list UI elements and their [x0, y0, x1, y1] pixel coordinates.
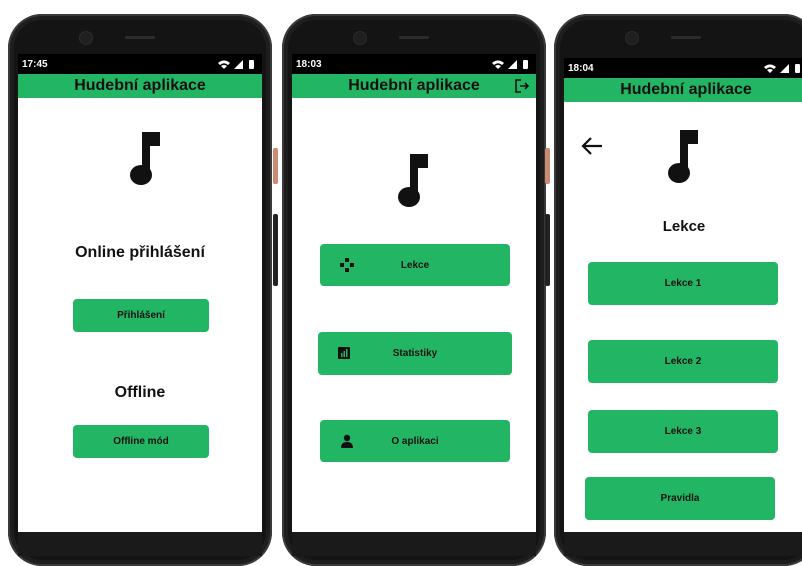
app-bar: Hudební aplikace: [292, 74, 536, 98]
app-title: Hudební aplikace: [348, 77, 480, 94]
menu-item-label: Statistiky: [392, 348, 438, 359]
system-nav-area: [18, 532, 262, 556]
offline-heading: Offline: [114, 384, 166, 401]
stats-icon: [338, 347, 350, 359]
phone-speaker: [671, 36, 701, 39]
phone-speaker: [125, 36, 155, 39]
logout-icon[interactable]: [514, 78, 530, 94]
app-bar: Hudební aplikace: [18, 74, 262, 98]
phone-camera: [626, 32, 638, 44]
wifi-signal-battery-icon: [764, 64, 800, 73]
power-key: [273, 148, 278, 184]
app-bar: Hudební aplikace: [564, 78, 802, 102]
menu-screen: 18:03 Hudební aplikace Lekce Statistiky …: [292, 54, 536, 556]
system-nav-area: [564, 532, 802, 556]
phone-menu: 18:03 Hudební aplikace Lekce Statistiky …: [273, 14, 546, 566]
person-icon: [341, 434, 353, 448]
login-screen: 17:45 Hudební aplikace Online přihlášení…: [18, 54, 262, 556]
menu-item-label: Lekce: [400, 259, 430, 271]
power-key: [545, 148, 550, 184]
offline-mode-button[interactable]: Offline mód: [73, 425, 209, 458]
status-time: 17:45: [22, 59, 48, 70]
wifi-signal-battery-icon: [218, 60, 254, 69]
lesson-2-button[interactable]: Lekce 2: [588, 340, 778, 383]
music-note-icon: [668, 130, 698, 183]
status-icons: [762, 61, 802, 78]
phone-camera: [354, 32, 366, 44]
login-button[interactable]: Přihlášení: [73, 299, 209, 332]
music-note-icon: [130, 132, 160, 185]
back-arrow-icon[interactable]: [580, 136, 604, 156]
phone-camera: [80, 32, 92, 44]
wifi-signal-battery-icon: [492, 60, 528, 69]
status-bar: 18:04: [564, 58, 802, 78]
gamepad-icon: [340, 258, 354, 272]
phone-login: 17:45 Hudební aplikace Online přihlášení…: [8, 14, 272, 566]
music-note-icon: [398, 154, 428, 207]
online-login-heading: Online přihlášení: [75, 244, 205, 261]
phone-speaker: [399, 36, 429, 39]
status-icons: [490, 57, 530, 74]
status-bar: 18:03: [292, 54, 536, 74]
volume-key: [545, 214, 550, 286]
menu-item-label: O aplikaci: [391, 435, 439, 447]
menu-o-aplikaci-button[interactable]: O aplikaci: [320, 420, 510, 462]
status-time: 18:04: [568, 63, 594, 74]
rules-button[interactable]: Pravidla: [585, 477, 775, 520]
menu-statistiky-button[interactable]: Statistiky: [318, 332, 512, 375]
menu-lekce-button[interactable]: Lekce: [320, 244, 510, 286]
status-time: 18:03: [296, 59, 322, 70]
lessons-heading: Lekce: [662, 218, 706, 235]
lessons-screen: 18:04 Hudební aplikace Lekce Lekce 1 Lek…: [564, 58, 802, 556]
phone-lessons: 18:04 Hudební aplikace Lekce Lekce 1 Lek…: [545, 14, 802, 566]
lesson-3-button[interactable]: Lekce 3: [588, 410, 778, 453]
system-nav-area: [292, 532, 536, 556]
lesson-1-button[interactable]: Lekce 1: [588, 262, 778, 305]
status-bar: 17:45: [18, 54, 262, 74]
status-icons: [216, 57, 256, 74]
volume-key: [273, 214, 278, 286]
